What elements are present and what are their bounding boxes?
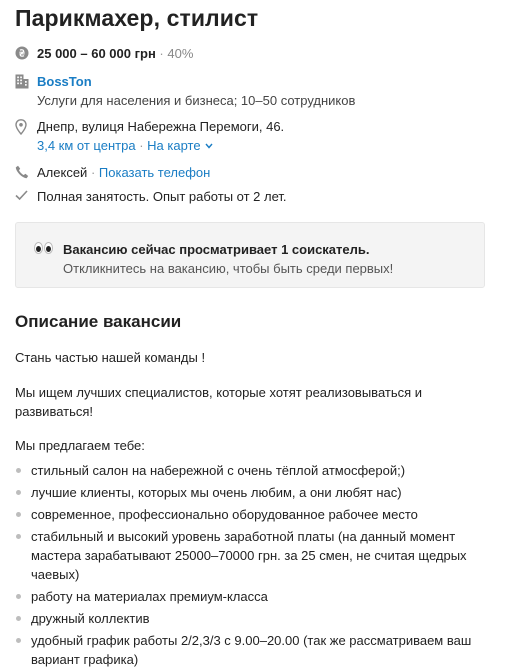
list-item: дружный коллектив xyxy=(15,609,493,628)
notice-subtitle: Откликнитесь на вакансию, чтобы быть сре… xyxy=(63,261,394,276)
map-pin-icon xyxy=(15,117,37,135)
salary-percent: 40% xyxy=(167,46,194,61)
address-line: Днепр, вулиця Набережна Перемоги, 46. xyxy=(37,119,285,134)
chevron-down-icon xyxy=(205,143,213,149)
description-body: Стань частью нашей команды ! Мы ищем луч… xyxy=(15,348,493,669)
viewers-notice: Вакансию сейчас просматривает 1 соискате… xyxy=(15,222,485,288)
address-row: Днепр, вулиця Набережна Перемоги, 46. 3,… xyxy=(15,117,493,155)
description-paragraph: Мы ищем лучших специалистов, которые хот… xyxy=(15,385,423,419)
hryvnia-coin-icon xyxy=(15,44,37,60)
company-link[interactable]: BossTon xyxy=(37,74,92,89)
employment-info: Полная занятость. Опыт работы от 2 лет. xyxy=(37,189,287,204)
company-row: BossTon Услуги для населения и бизнеса; … xyxy=(15,72,493,110)
description-paragraph: Стань частью нашей команды ! xyxy=(15,350,206,365)
list-item: работу на материалах премиум-класса xyxy=(15,587,493,606)
salary-row: 25 000 – 60 000 грн · 40% xyxy=(15,44,493,66)
description-paragraph: Мы предлагаем тебе: xyxy=(15,438,145,453)
checkmark-icon xyxy=(15,187,37,201)
contact-name: Алексей xyxy=(37,165,88,180)
eyes-icon xyxy=(34,242,53,254)
vacancy-title: Парикмахер, стилист xyxy=(15,5,259,31)
list-item: стабильный и высокий уровень заработной … xyxy=(15,527,493,584)
distance-link[interactable]: 3,4 км от центра xyxy=(37,138,136,153)
phone-icon xyxy=(15,163,37,179)
list-item: современное, профессионально оборудованн… xyxy=(15,505,493,524)
list-item: лучшие клиенты, которых мы очень любим, … xyxy=(15,483,493,502)
vacancy-page: Парикмахер, стилист 25 000 – 60 000 грн … xyxy=(0,0,507,669)
description-heading: Описание вакансии xyxy=(15,312,182,331)
building-icon xyxy=(15,72,37,89)
salary-separator: · xyxy=(159,46,164,61)
employment-row: Полная занятость. Опыт работы от 2 лет. xyxy=(15,187,493,206)
address-separator: · xyxy=(139,138,144,153)
benefits-list: стильный салон на набережной с очень тёп… xyxy=(15,461,493,669)
list-item: удобный график работы 2/2,3/3 с 9.00–20.… xyxy=(15,631,493,669)
salary-range: 25 000 – 60 000 грн xyxy=(37,46,156,61)
contact-separator: · xyxy=(90,165,96,180)
map-toggle-link[interactable]: На карте xyxy=(147,136,213,155)
show-phone-link[interactable]: Показать телефон xyxy=(99,165,210,180)
notice-title: Вакансию сейчас просматривает 1 соискате… xyxy=(63,242,370,257)
map-link-label: На карте xyxy=(147,138,201,153)
list-item: стильный салон на набережной с очень тёп… xyxy=(15,461,493,480)
contact-row: Алексей · Показать телефон xyxy=(15,163,493,182)
company-description: Услуги для населения и бизнеса; 10–50 со… xyxy=(37,93,356,108)
